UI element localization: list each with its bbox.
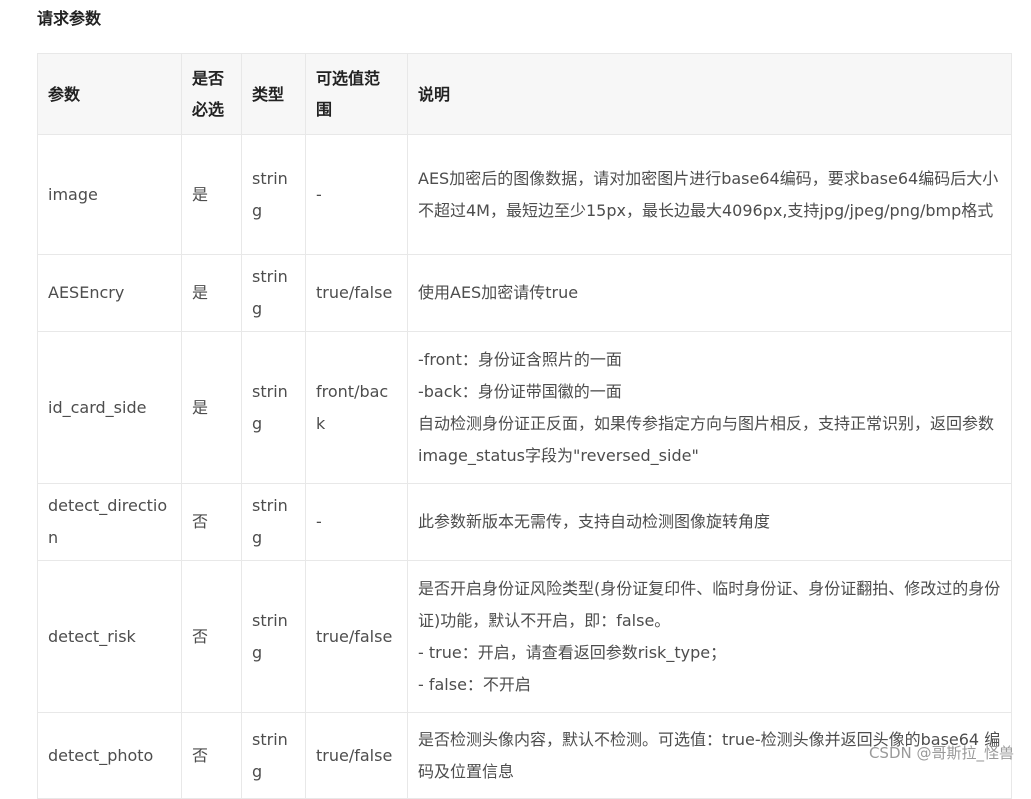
cell-description: 此参数新版本无需传，支持自动检测图像旋转角度 xyxy=(407,483,1012,561)
cell-options: true/false xyxy=(305,254,408,332)
header-description: 说明 xyxy=(407,53,1012,135)
cell-description: 使用AES加密请传true xyxy=(407,254,1012,332)
cell-param: image xyxy=(37,134,182,255)
header-type: 类型 xyxy=(241,53,306,135)
cell-param: detect_risk xyxy=(37,560,182,713)
cell-required: 是 xyxy=(181,254,242,332)
cell-param: id_card_side xyxy=(37,331,182,484)
cell-param: detect_direction xyxy=(37,483,182,561)
header-options: 可选值范 围 xyxy=(305,53,408,135)
table-row: detect_direction 否 string - 此参数新版本无需传，支持… xyxy=(37,483,1012,561)
section-title: 请求参数 xyxy=(37,9,102,28)
cell-options: - xyxy=(305,483,408,561)
cell-description: AES加密后的图像数据，请对加密图片进行base64编码，要求base64编码后… xyxy=(407,134,1012,255)
table-row: detect_risk 否 string true/false 是否开启身份证风… xyxy=(37,560,1012,713)
table-row: image 是 string - AES加密后的图像数据，请对加密图片进行bas… xyxy=(37,134,1012,255)
cell-options: true/false xyxy=(305,560,408,713)
cell-required: 是 xyxy=(181,134,242,255)
cell-param: AESEncry xyxy=(37,254,182,332)
cell-required: 否 xyxy=(181,712,242,799)
cell-type: string xyxy=(241,134,306,255)
table-row: id_card_side 是 string front/back -front：… xyxy=(37,331,1012,484)
params-table: 参数 是否 必选 类型 可选值范 围 说明 image 是 string - A… xyxy=(37,53,1012,799)
cell-description: -front：身份证含照片的一面 -back：身份证带国徽的一面 自动检测身份证… xyxy=(407,331,1012,484)
header-param: 参数 xyxy=(37,53,182,135)
table-header-row: 参数 是否 必选 类型 可选值范 围 说明 xyxy=(37,53,1012,135)
header-required: 是否 必选 xyxy=(181,53,242,135)
cell-options: true/false xyxy=(305,712,408,799)
cell-type: string xyxy=(241,560,306,713)
cell-required: 是 xyxy=(181,331,242,484)
cell-type: string xyxy=(241,331,306,484)
cell-options: front/back xyxy=(305,331,408,484)
table-row: AESEncry 是 string true/false 使用AES加密请传tr… xyxy=(37,254,1012,332)
cell-options: - xyxy=(305,134,408,255)
cell-description: 是否开启身份证风险类型(身份证复印件、临时身份证、身份证翻拍、修改过的身份证)功… xyxy=(407,560,1012,713)
table-row: detect_photo 否 string true/false 是否检测头像内… xyxy=(37,712,1012,799)
cell-type: string xyxy=(241,483,306,561)
csdn-watermark: CSDN @哥斯拉_怪兽 xyxy=(868,744,1014,762)
cell-type: string xyxy=(241,712,306,799)
cell-required: 否 xyxy=(181,483,242,561)
cell-required: 否 xyxy=(181,560,242,713)
cell-type: string xyxy=(241,254,306,332)
cell-param: detect_photo xyxy=(37,712,182,799)
